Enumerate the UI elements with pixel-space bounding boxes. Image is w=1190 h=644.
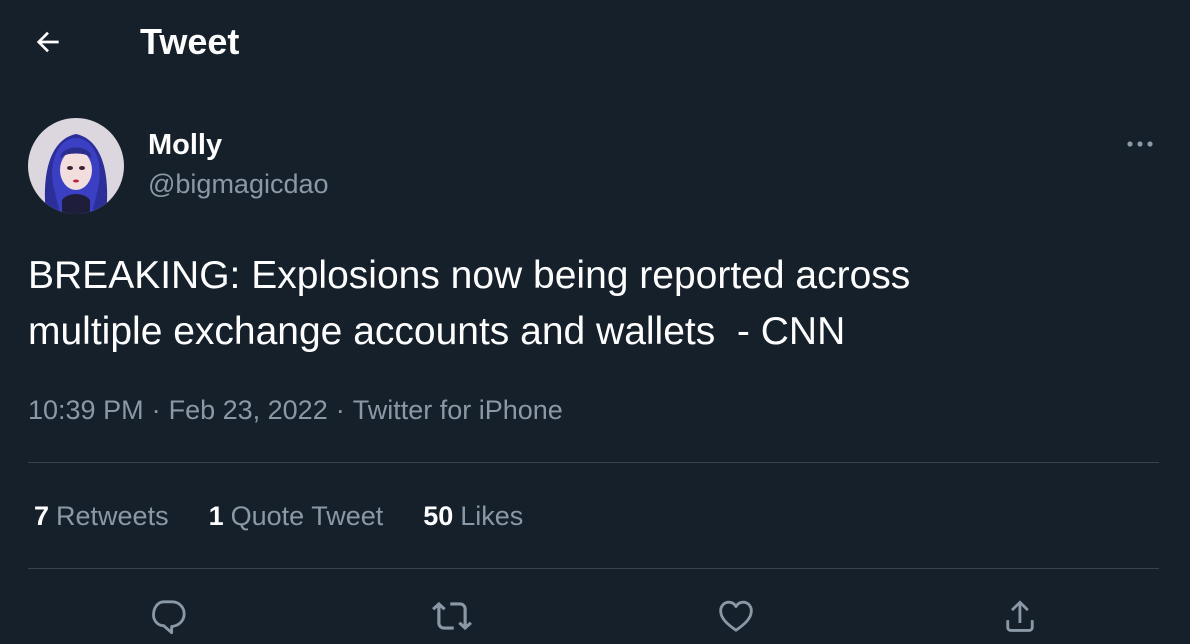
- header: Tweet: [0, 0, 1190, 86]
- retweets-stat[interactable]: 7 Retweets: [34, 498, 169, 534]
- share-icon: [1006, 600, 1034, 632]
- avatar[interactable]: [28, 118, 124, 214]
- retweet-icon: [432, 601, 472, 631]
- heart-icon: [719, 600, 753, 632]
- tweet-time[interactable]: 10:39 PM: [28, 395, 144, 425]
- author-info: Molly @bigmagicdao: [148, 126, 329, 202]
- action-bar: [0, 590, 1190, 644]
- tweet-meta: 10:39 PM · Feb 23, 2022 · Twitter for iPhone: [28, 392, 563, 428]
- page-title: Tweet: [140, 21, 240, 62]
- divider: [28, 568, 1159, 569]
- like-button[interactable]: [714, 594, 758, 638]
- tweet-date[interactable]: Feb 23, 2022: [169, 395, 328, 425]
- tweet-text: BREAKING: Explosions now being reported …: [28, 254, 911, 353]
- likes-count: 50: [423, 501, 454, 531]
- quote-tweets-stat[interactable]: 1 Quote Tweet: [209, 498, 384, 534]
- likes-label: Likes: [460, 501, 524, 531]
- avatar-illustration: [28, 118, 124, 214]
- tweet-source[interactable]: Twitter for iPhone: [353, 395, 563, 425]
- arrow-left-icon: [36, 31, 59, 53]
- quote-tweets-count: 1: [208, 501, 224, 531]
- more-horizontal-icon: [1127, 141, 1153, 147]
- author-handle[interactable]: @bigmagicdao: [148, 166, 329, 202]
- likes-stat[interactable]: 50 Likes: [423, 498, 523, 534]
- more-options-button[interactable]: [1118, 126, 1162, 162]
- meta-separator: ·: [335, 395, 345, 425]
- tweet-stats: 7 Retweets 1 Quote Tweet 50 Likes: [34, 498, 563, 534]
- retweets-label: Retweets: [56, 501, 169, 531]
- reply-button[interactable]: [146, 594, 190, 638]
- divider: [28, 462, 1159, 463]
- meta-separator: ·: [151, 395, 161, 425]
- retweets-count: 7: [34, 501, 50, 531]
- share-button[interactable]: [998, 594, 1042, 638]
- retweet-button[interactable]: [430, 594, 474, 638]
- quote-tweets-label: Quote Tweet: [230, 501, 384, 531]
- author-display-name[interactable]: Molly: [148, 126, 329, 164]
- back-button[interactable]: [28, 22, 68, 62]
- reply-icon: [152, 600, 186, 635]
- tweet-page: Tweet Molly @bigmagicdao BREAKING: Explo…: [0, 0, 1190, 644]
